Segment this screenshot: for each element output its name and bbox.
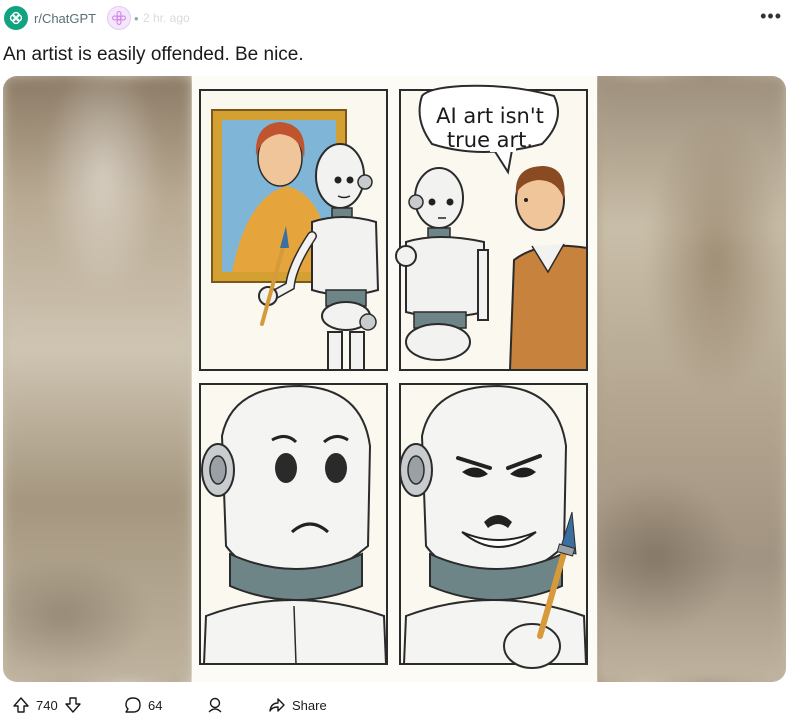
share-button[interactable]: Share (268, 696, 327, 714)
subreddit-avatar-icon[interactable] (4, 6, 28, 30)
post-timestamp: 2 hr. ago (143, 11, 190, 25)
comment-icon (125, 697, 141, 713)
upvote-icon[interactable] (12, 696, 30, 714)
comic-panel-3 (199, 383, 388, 665)
award-icon (208, 697, 222, 713)
user-avatar-icon[interactable] (107, 6, 131, 30)
comic-panel-2: AI art isn't true art. (395, 84, 588, 371)
award-button[interactable] (206, 696, 224, 714)
comment-count: 64 (148, 697, 163, 713)
subreddit-name[interactable]: r/ChatGPT (34, 11, 96, 26)
comic-image: AI art isn't true art. (192, 76, 597, 682)
speech-bubble-line-2: true art. (447, 128, 533, 152)
downvote-icon[interactable] (64, 696, 82, 714)
comic-panel-1 (199, 89, 388, 371)
post-actions-bar: 740 64 Share (0, 694, 800, 716)
comments-button[interactable]: 64 (124, 696, 162, 714)
share-icon (269, 698, 285, 712)
vote-group: 740 (12, 696, 82, 714)
blurred-backdrop-right (596, 76, 786, 682)
comic-panel-4 (399, 383, 588, 669)
post-header: r/ChatGPT • 2 hr. ago ••• (0, 0, 800, 38)
upvote-count: 740 (36, 697, 58, 713)
post-title[interactable]: An artist is easily offended. Be nice. (3, 44, 304, 66)
meta-separator: • (134, 11, 139, 26)
speech-bubble-line-1: AI art isn't (436, 104, 544, 128)
blurred-backdrop-left (3, 76, 192, 682)
more-options-icon[interactable]: ••• (760, 6, 782, 27)
share-label: Share (292, 697, 327, 713)
post-media[interactable]: AI art isn't true art. (3, 76, 786, 682)
